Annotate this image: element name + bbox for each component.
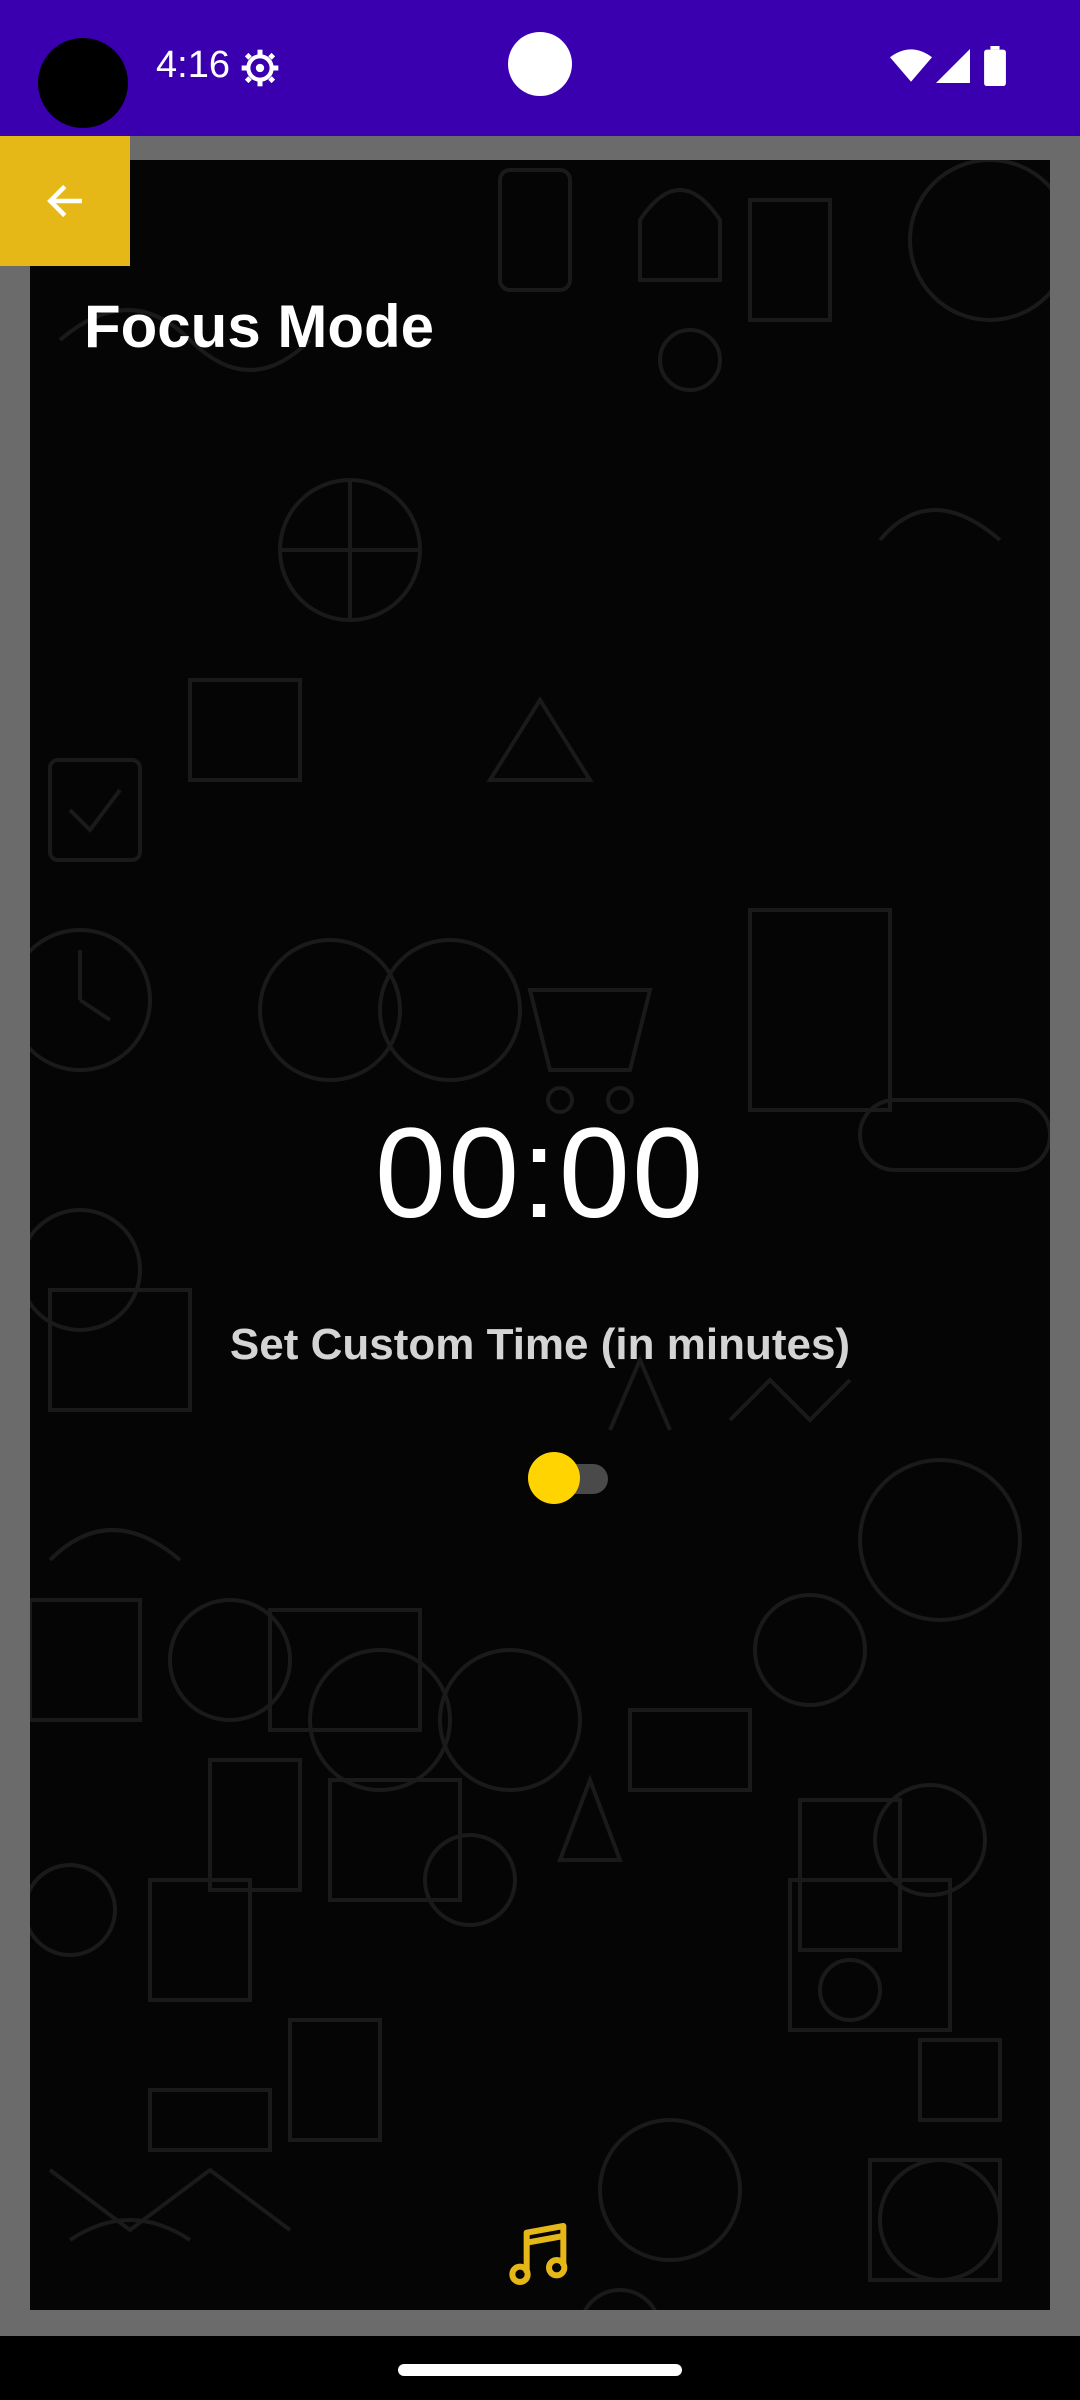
custom-time-toggle[interactable] — [528, 1452, 612, 1504]
status-bar: 4:16 — [0, 0, 1080, 136]
home-indicator[interactable] — [398, 2364, 682, 2376]
battery-icon — [984, 46, 1006, 86]
arrow-left-icon — [47, 184, 82, 218]
wifi-icon — [890, 49, 932, 82]
timer-display: 00:00 — [374, 1102, 706, 1245]
gear-icon — [241, 49, 279, 87]
signal-icon — [936, 49, 970, 83]
camera-cutout — [38, 38, 128, 128]
status-time: 4:16 — [156, 44, 230, 86]
music-note-icon — [509, 2223, 568, 2285]
custom-time-label: Set Custom Time (in minutes) — [229, 1320, 851, 1369]
music-button[interactable] — [500, 2216, 580, 2296]
front-camera — [508, 32, 572, 96]
page-title: Focus Mode — [84, 293, 435, 360]
back-button[interactable] — [0, 136, 130, 266]
toggle-thumb — [528, 1452, 580, 1504]
